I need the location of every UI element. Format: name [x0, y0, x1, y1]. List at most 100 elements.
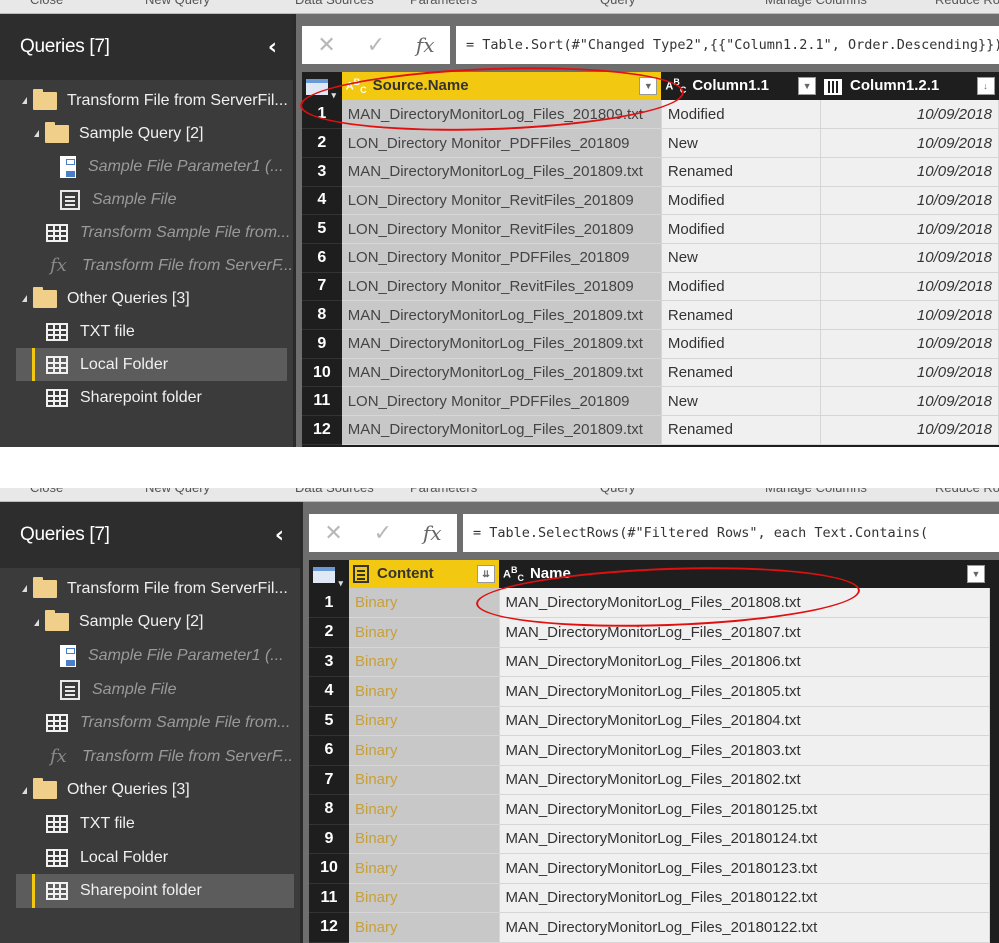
- table-cell[interactable]: Binary: [349, 853, 500, 884]
- table-cell[interactable]: MAN_DirectoryMonitorLog_Files_20180122.t…: [499, 912, 990, 943]
- ribbon-group-manage-columns[interactable]: Manage Columns: [765, 0, 867, 7]
- query-tree-item[interactable]: Sample File: [0, 673, 300, 707]
- text-type-icon[interactable]: ABC: [503, 565, 524, 583]
- table-cell[interactable]: LON_Directory Monitor_PDFFiles_201809: [341, 386, 662, 417]
- row-number[interactable]: 7: [309, 765, 349, 795]
- ribbon-group-query[interactable]: Query: [600, 488, 635, 495]
- table-cell[interactable]: 10/09/2018: [820, 157, 999, 187]
- query-tree-item[interactable]: Other Queries [3]: [0, 282, 293, 315]
- ribbon-group-parameters[interactable]: Parameters: [410, 0, 477, 7]
- table-cell[interactable]: 10/09/2018: [820, 329, 999, 359]
- cancel-formula-icon[interactable]: ✕: [317, 33, 335, 58]
- table-cell[interactable]: Modified: [661, 100, 821, 130]
- table-cell[interactable]: MAN_DirectoryMonitorLog_Files_20180122.t…: [499, 883, 990, 913]
- column-header[interactable]: Column1.2.1 ↓: [820, 72, 999, 100]
- table-cell[interactable]: Binary: [349, 617, 500, 648]
- query-tree-item[interactable]: Other Queries [3]: [0, 774, 300, 808]
- table-cell[interactable]: Binary: [349, 588, 500, 618]
- table-cell[interactable]: MAN_DirectoryMonitorLog_Files_201802.txt: [499, 765, 990, 795]
- ribbon-group-new-query[interactable]: New Query: [145, 0, 210, 7]
- row-number[interactable]: 8: [302, 300, 342, 330]
- expand-triangle-icon[interactable]: [34, 618, 39, 626]
- row-number[interactable]: 2: [309, 617, 349, 648]
- ribbon-group-manage-columns[interactable]: Manage Columns: [765, 488, 867, 495]
- query-tree-item[interactable]: Local Folder: [16, 348, 287, 381]
- table-cell[interactable]: LON_Directory Monitor_PDFFiles_201809: [341, 243, 662, 273]
- table-cell[interactable]: New: [661, 128, 821, 158]
- row-number[interactable]: 10: [302, 358, 342, 388]
- table-cell[interactable]: MAN_DirectoryMonitorLog_Files_201809.txt: [341, 358, 662, 388]
- query-tree-item[interactable]: Transform Sample File from...: [0, 216, 293, 249]
- row-number[interactable]: 12: [302, 415, 342, 445]
- confirm-formula-icon[interactable]: ✓: [367, 33, 385, 58]
- column-header[interactable]: ABC Source.Name ▼: [341, 72, 662, 100]
- row-number[interactable]: 5: [302, 214, 342, 244]
- row-number[interactable]: 7: [302, 272, 342, 302]
- table-cell[interactable]: 10/09/2018: [820, 358, 999, 388]
- table-cell[interactable]: MAN_DirectoryMonitorLog_Files_201809.txt: [341, 415, 662, 445]
- table-cell[interactable]: Binary: [349, 647, 500, 677]
- table-cell[interactable]: 10/09/2018: [820, 300, 999, 330]
- table-cell[interactable]: MAN_DirectoryMonitorLog_Files_201809.txt: [341, 100, 662, 130]
- query-tree-item[interactable]: TXT file: [0, 315, 293, 348]
- table-cell[interactable]: New: [661, 243, 821, 273]
- row-number[interactable]: 4: [302, 186, 342, 216]
- ribbon-group-query[interactable]: Query: [600, 0, 635, 7]
- table-cell[interactable]: Binary: [349, 765, 500, 795]
- chevron-left-icon[interactable]: ‹: [268, 35, 277, 60]
- table-cell[interactable]: LON_Directory Monitor_PDFFiles_201809: [341, 128, 662, 158]
- row-number[interactable]: 12: [309, 912, 349, 943]
- query-tree-item[interactable]: Local Folder: [0, 841, 300, 875]
- row-number[interactable]: 1: [309, 588, 349, 618]
- row-number[interactable]: 6: [302, 243, 342, 273]
- ribbon-group-new-query[interactable]: New Query: [145, 488, 210, 495]
- table-cell[interactable]: MAN_DirectoryMonitorLog_Files_20180124.t…: [499, 824, 990, 854]
- table-cell[interactable]: 10/09/2018: [820, 415, 999, 445]
- table-cell[interactable]: LON_Directory Monitor_RevitFiles_201809: [341, 186, 662, 216]
- table-cell[interactable]: MAN_DirectoryMonitorLog_Files_201809.txt: [341, 329, 662, 359]
- table-menu-button[interactable]: [302, 72, 342, 101]
- query-tree-item[interactable]: Sample Query [2]: [0, 606, 300, 640]
- table-cell[interactable]: MAN_DirectoryMonitorLog_Files_201805.txt: [499, 676, 990, 707]
- table-cell[interactable]: Binary: [349, 912, 500, 943]
- insert-function-icon[interactable]: fx: [416, 33, 435, 57]
- expand-triangle-icon[interactable]: [22, 786, 27, 794]
- row-number[interactable]: 2: [302, 128, 342, 158]
- query-tree-item[interactable]: Sharepoint folder: [16, 874, 294, 908]
- ribbon-group-data-sources[interactable]: Data Sources: [295, 0, 374, 7]
- insert-function-icon[interactable]: fx: [423, 521, 442, 545]
- table-cell[interactable]: Binary: [349, 883, 500, 913]
- chevron-left-icon[interactable]: ‹: [275, 523, 284, 548]
- column-header[interactable]: ABC Name ▼: [499, 560, 989, 588]
- row-number[interactable]: 11: [309, 883, 349, 913]
- expand-triangle-icon[interactable]: [34, 130, 39, 137]
- query-tree-item[interactable]: Sharepoint folder: [0, 381, 293, 414]
- query-tree-item[interactable]: fx Transform File from ServerF...: [0, 249, 293, 282]
- table-cell[interactable]: 10/09/2018: [820, 186, 999, 216]
- text-type-icon[interactable]: ABC: [665, 77, 686, 95]
- query-tree-item[interactable]: Sample File Parameter1 (...: [0, 639, 300, 673]
- ribbon-group-data-sources[interactable]: Data Sources: [295, 488, 374, 495]
- table-cell[interactable]: Binary: [349, 676, 500, 707]
- dropdown-icon[interactable]: ▼: [798, 77, 817, 95]
- table-cell[interactable]: 10/09/2018: [820, 214, 999, 244]
- table-cell[interactable]: Modified: [661, 214, 821, 244]
- ribbon-group-parameters[interactable]: Parameters: [410, 488, 477, 495]
- row-number[interactable]: 9: [302, 329, 342, 359]
- row-number[interactable]: 3: [309, 647, 349, 677]
- table-cell[interactable]: MAN_DirectoryMonitorLog_Files_201809.txt: [341, 157, 662, 187]
- table-cell[interactable]: Renamed: [661, 415, 821, 445]
- table-cell[interactable]: MAN_DirectoryMonitorLog_Files_201803.txt: [499, 735, 990, 766]
- table-cell[interactable]: Binary: [349, 794, 500, 825]
- query-tree-item[interactable]: fx Transform File from ServerF...: [0, 740, 300, 774]
- expand-triangle-icon[interactable]: [22, 97, 27, 104]
- column-header[interactable]: Content ⇊: [349, 560, 499, 588]
- query-tree-item[interactable]: TXT file: [0, 807, 300, 841]
- query-tree-item[interactable]: Sample Query [2]: [0, 117, 293, 150]
- text-type-icon[interactable]: ABC: [346, 77, 367, 95]
- table-cell[interactable]: MAN_DirectoryMonitorLog_Files_201809.txt: [341, 300, 662, 330]
- cancel-formula-icon[interactable]: ✕: [324, 521, 342, 546]
- query-tree-item[interactable]: Transform Sample File from...: [0, 706, 300, 740]
- ribbon-group-reduce-rows[interactable]: Reduce Rows: [935, 488, 999, 495]
- table-cell[interactable]: 10/09/2018: [820, 100, 999, 130]
